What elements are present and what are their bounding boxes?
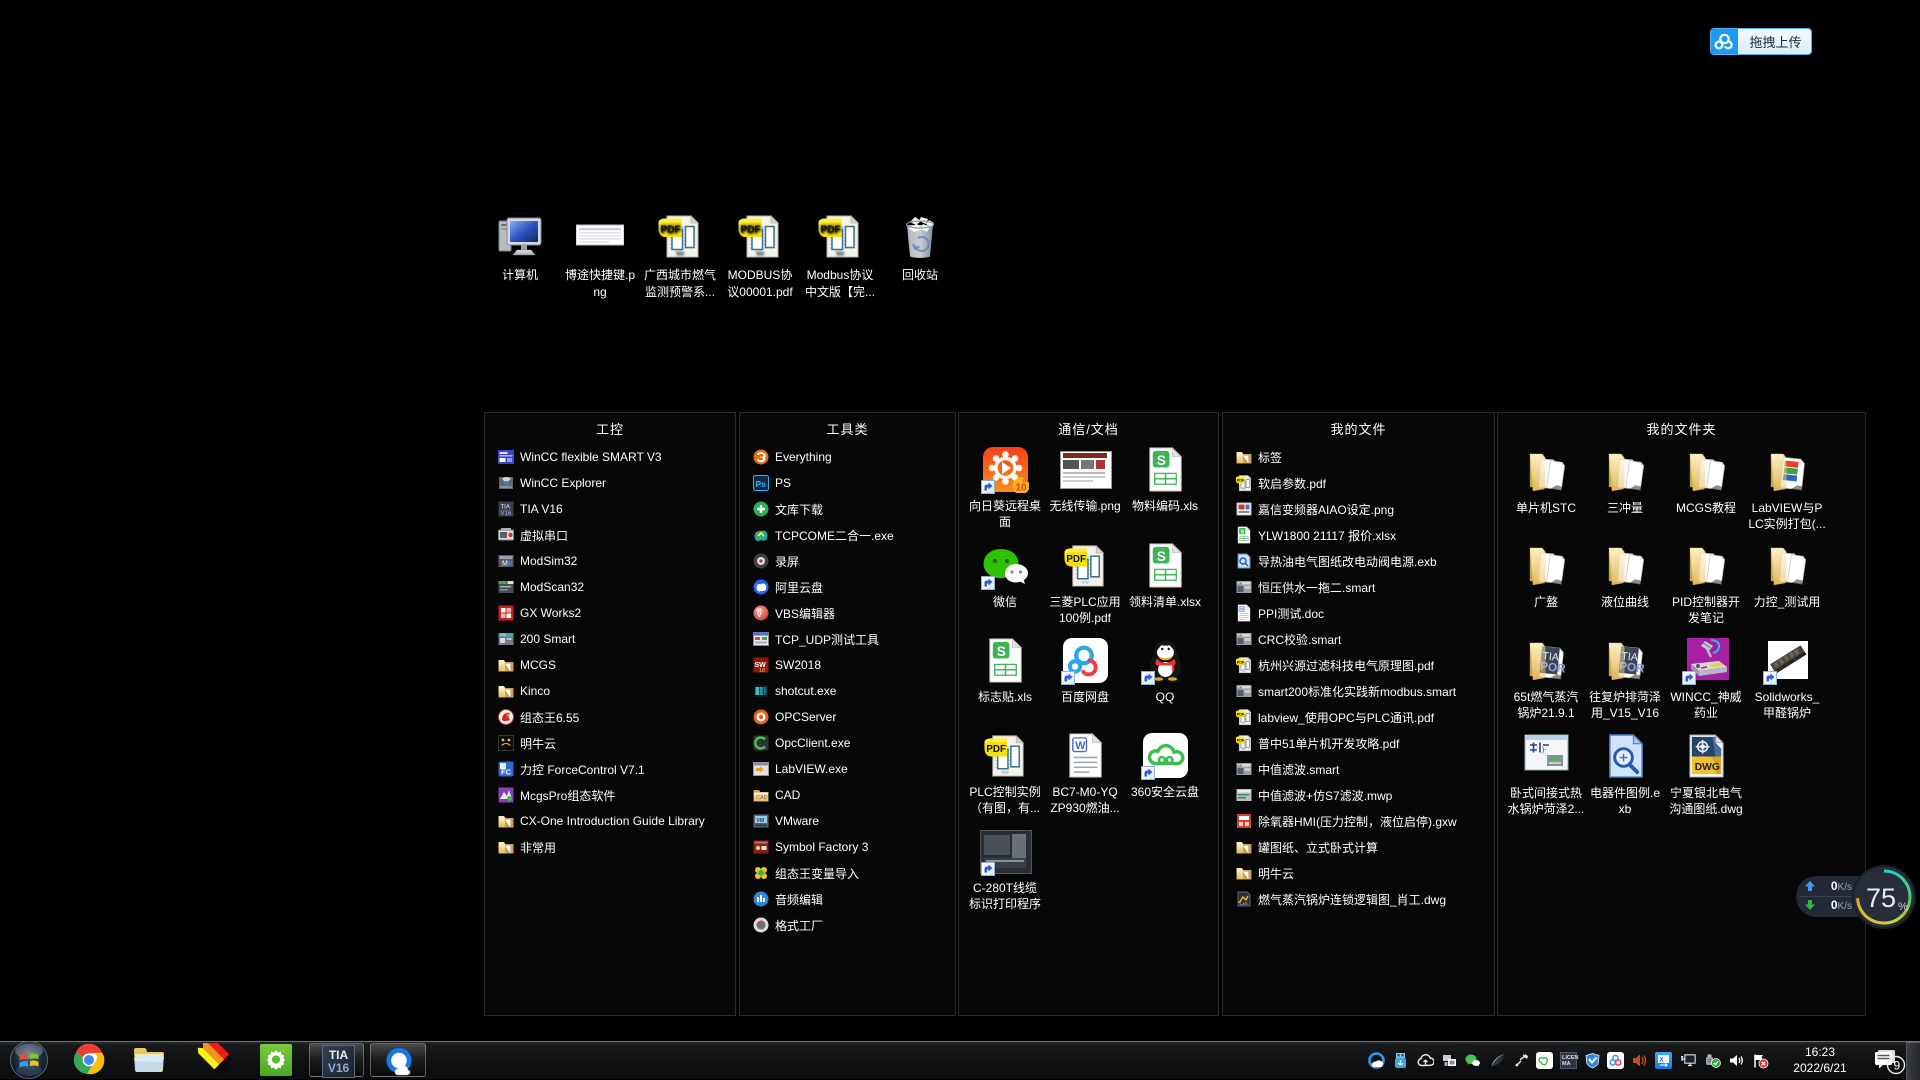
svg-text:M: M (502, 561, 508, 568)
svg-text:X: X (1660, 1058, 1664, 1064)
svg-text:75: 75 (1866, 883, 1896, 913)
svg-text:LAS: LAS (1240, 901, 1248, 906)
svg-text:SM: SM (1238, 763, 1243, 767)
svg-text:)-: )- (1542, 747, 1547, 754)
svg-text:VM: VM (757, 818, 765, 824)
svg-text:18: 18 (759, 668, 765, 674)
svg-text:CAD: CAD (756, 795, 768, 801)
svg-text:Ps: Ps (756, 479, 767, 489)
svg-text:TIA: TIA (501, 505, 510, 511)
svg-text:DWG: DWG (1694, 762, 1719, 773)
svg-text:V: V (757, 612, 762, 619)
svg-text:V16: V16 (501, 511, 512, 517)
svg-text:th: th (1023, 479, 1029, 485)
svg-text:SM: SM (1238, 633, 1243, 637)
svg-text:9: 9 (1894, 1059, 1901, 1073)
svg-text:SM: SM (1238, 685, 1243, 689)
svg-text:SM: SM (1238, 581, 1243, 585)
svg-text:200: 200 (500, 633, 506, 637)
svg-text:%: % (1898, 901, 1908, 913)
svg-text:FC: FC (501, 768, 512, 777)
